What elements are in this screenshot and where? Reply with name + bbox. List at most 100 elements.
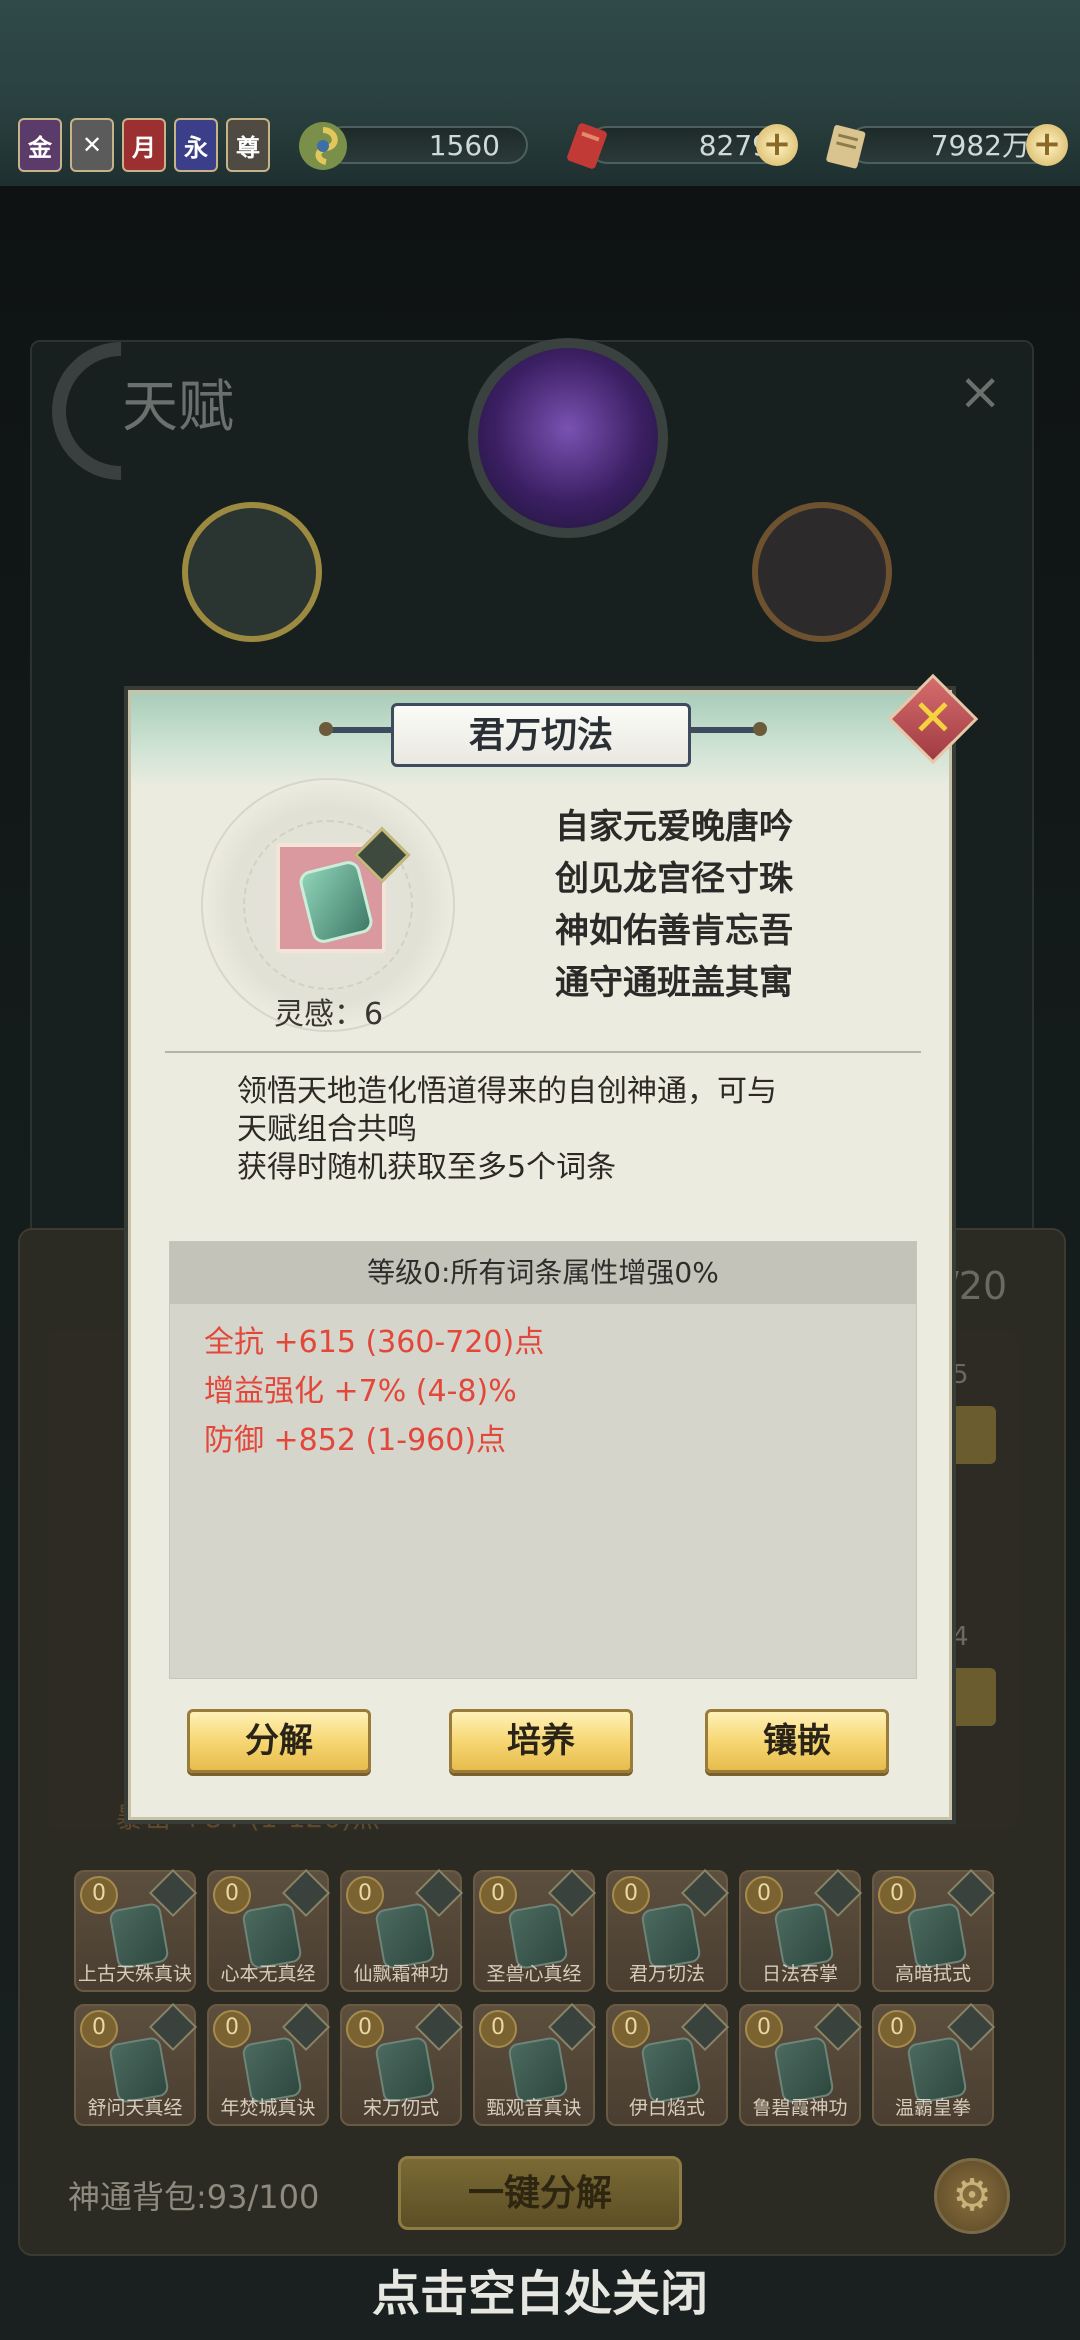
talent-left-slot[interactable] (182, 502, 322, 642)
level-badge: 0 (612, 1876, 650, 1914)
skill-card[interactable]: 0 圣兽心真经 (473, 1868, 597, 1992)
gold-badge-icon[interactable]: 金 (18, 118, 62, 172)
level-badge: 0 (878, 1876, 916, 1914)
talent-title: 天赋 (122, 375, 234, 440)
modal-title: 君万切法 (391, 703, 691, 767)
skill-name: 仙飘霜神功 (353, 1963, 449, 1985)
skill-name: 圣兽心真经 (486, 1963, 582, 1985)
one-click-decompose-button[interactable]: 一键分解 (398, 2156, 682, 2230)
gear-icon[interactable]: ⚙ (934, 2158, 1010, 2234)
close-icon: ✕ (912, 689, 954, 747)
silver-note-icon (826, 125, 866, 169)
skill-card[interactable]: 0 日法吞掌 (739, 1868, 863, 1992)
cultivate-button[interactable]: 培养 (449, 1709, 633, 1773)
skill-card[interactable]: 0 甄观音真诀 (473, 2002, 597, 2126)
skill-name: 君万切法 (628, 1963, 705, 1985)
description-line: 天赋组合共鸣 (237, 1112, 417, 1147)
skill-card[interactable]: 0 仙飘霜神功 (340, 1868, 464, 1992)
title-ornament-right (681, 727, 761, 733)
talent-close-button[interactable]: × (958, 362, 1002, 422)
skill-card[interactable]: 0 舒问天真经 (74, 2002, 198, 2126)
divider (165, 1051, 921, 1053)
description-line: 领悟天地造化悟道得来的自创神通，可与 (237, 1074, 777, 1109)
level-badge: 0 (80, 1876, 118, 1914)
title-ornament-dot (753, 722, 767, 736)
bag-capacity: 神通背包:93/100 (68, 2178, 320, 2216)
status-icons: 金 ✕ 月 永 尊 (18, 118, 270, 172)
level-badge: 0 (745, 1876, 783, 1914)
top-bar: 金 ✕ 月 永 尊 1560 8279 + 7982万 + (0, 0, 1080, 188)
skill-icon (276, 826, 411, 953)
skill-card[interactable]: 0 温霸皇拳 (872, 2002, 996, 2126)
skill-name: 舒问天真经 (87, 2097, 183, 2119)
skill-card[interactable]: 0 高暗拭式 (872, 1868, 996, 1992)
skill-card[interactable]: 0 鲁碧霞神功 (739, 2002, 863, 2126)
scroll-resource: 8279 + (560, 123, 810, 169)
month-card-icon[interactable]: 月 (122, 118, 166, 172)
level-badge: 0 (346, 2010, 384, 2048)
forever-card-icon[interactable]: 永 (174, 118, 218, 172)
level-badge: 0 (80, 2010, 118, 2048)
jade-swirl-icon (299, 122, 347, 170)
attribute-line: 全抗 +615 (360-720)点 (204, 1325, 545, 1360)
poem-line: 创见龙宫径寸珠 (555, 859, 793, 899)
skill-name: 甄观音真诀 (486, 2097, 582, 2119)
skill-name: 伊白焰式 (628, 2097, 705, 2119)
skill-card[interactable]: 0 君万切法 (606, 1868, 730, 1992)
level-badge: 0 (745, 2010, 783, 2048)
cross-badge-icon[interactable]: ✕ (70, 118, 114, 172)
skill-card[interactable]: 0 上古天殊真诀 (74, 1868, 198, 1992)
slot-button-1[interactable] (948, 1406, 996, 1464)
skill-card[interactable]: 0 年焚城真诀 (207, 2002, 331, 2126)
skill-name: 上古天殊真诀 (77, 1963, 192, 1985)
level-badge: 0 (878, 2010, 916, 2048)
red-scroll-icon (567, 123, 607, 169)
skill-description: 领悟天地造化悟道得来的自创神通，可与 天赋组合共鸣 获得时随机获取至多5个词条 (237, 1073, 877, 1187)
skill-card[interactable]: 0 宋万仞式 (340, 2002, 464, 2126)
description-line: 获得时随机获取至多5个词条 (237, 1150, 617, 1185)
slot-level-4: 4 (952, 1622, 969, 1652)
poem-line: 通守通班盖其寓 (555, 963, 793, 1003)
gem-icon (296, 858, 376, 946)
jade-resource: 1560 (296, 122, 528, 170)
jade-amount: 1560 (324, 126, 528, 164)
level-badge: 0 (479, 1876, 517, 1914)
attribute-line: 增益强化 +7% (4-8)% (204, 1374, 517, 1409)
inspiration-value: 灵感：6 (274, 997, 384, 1032)
level-badge: 0 (612, 2010, 650, 2048)
slot-button-2[interactable] (948, 1668, 996, 1726)
skill-name: 高暗拭式 (894, 1963, 971, 1985)
skill-grid: 0 上古天殊真诀 0 心本无真经 0 仙飘霜神功 0 圣兽心真经 0 君万切法 0 日法吞掌… (74, 1868, 996, 2126)
skill-name: 心本无真经 (220, 1963, 316, 1985)
decompose-button[interactable]: 分解 (187, 1709, 371, 1773)
level-badge: 0 (213, 1876, 251, 1914)
attribute-list: 全抗 +615 (360-720)点 增益强化 +7% (4-8)% 防御 +8… (204, 1318, 544, 1465)
skill-poem: 自家元爱晚唐吟 创见龙宫径寸珠 神如佑善肯忘吾 通守通班盖其寓 (555, 801, 875, 1009)
skill-name: 宋万仞式 (362, 2097, 439, 2119)
attribute-header: 等级0:所有词条属性增强0% (170, 1242, 916, 1304)
skill-name: 温霸皇拳 (894, 2097, 971, 2119)
title-ornament-dot (319, 722, 333, 736)
tap-to-close-hint[interactable]: 点击空白处关闭 (0, 2254, 1080, 2324)
poem-line: 神如佑善肯忘吾 (555, 911, 793, 951)
vip-badge-icon[interactable]: 尊 (226, 118, 270, 172)
attribute-panel: 等级0:所有词条属性增强0% 全抗 +615 (360-720)点 增益强化 +… (169, 1241, 917, 1679)
skill-name: 鲁碧霞神功 (752, 2097, 848, 2119)
slot-count: /20 (946, 1264, 1008, 1308)
skill-card[interactable]: 0 伊白焰式 (606, 2002, 730, 2126)
talent-main-orb[interactable] (468, 338, 668, 538)
slot-level-5: 5 (952, 1360, 969, 1390)
attribute-line: 防御 +852 (1-960)点 (204, 1423, 507, 1458)
level-badge: 0 (479, 2010, 517, 2048)
skill-detail-modal: 君万切法 ✕ 灵感：6 自家元爱晚唐吟 创见龙宫径寸珠 神如佑善肯忘吾 通守通班… (128, 673, 979, 1820)
level-badge: 0 (346, 1876, 384, 1914)
talent-right-slot[interactable] (752, 502, 892, 642)
poem-line: 自家元爱晚唐吟 (555, 807, 793, 847)
silver-add-button[interactable]: + (1026, 124, 1068, 166)
scroll-add-button[interactable]: + (756, 124, 798, 166)
inlay-button[interactable]: 镶嵌 (705, 1709, 889, 1773)
skill-card[interactable]: 0 心本无真经 (207, 1868, 331, 1992)
skill-name: 年焚城真诀 (220, 2097, 316, 2119)
silver-resource: 7982万 + (820, 124, 1070, 169)
title-ornament-left (321, 727, 401, 733)
